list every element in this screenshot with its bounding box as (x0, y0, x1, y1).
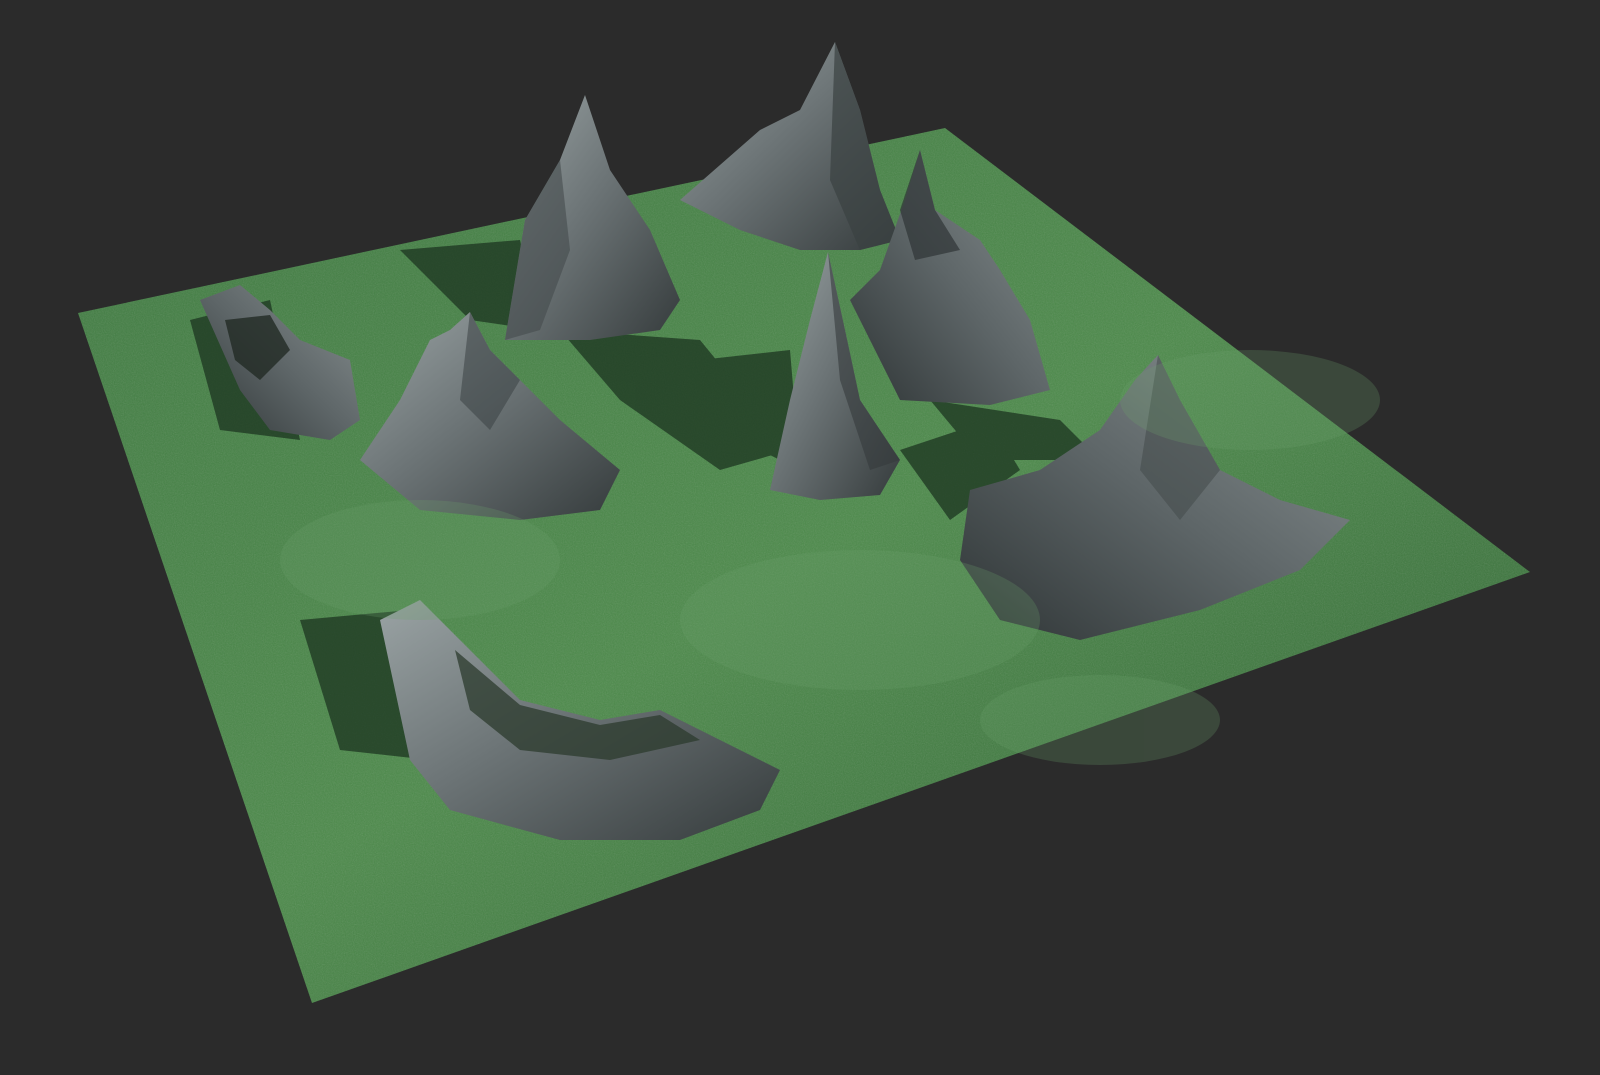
terrain-render (78, 42, 1530, 1003)
3d-viewport[interactable] (0, 0, 1600, 1075)
